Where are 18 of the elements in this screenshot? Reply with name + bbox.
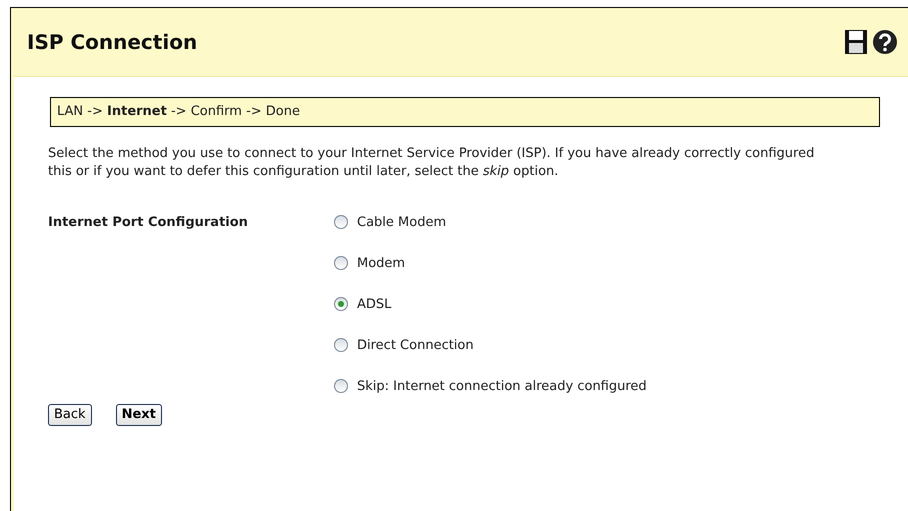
radio-button[interactable]: [334, 338, 348, 352]
page-title: ISP Connection: [27, 30, 198, 54]
option-label[interactable]: ADSL: [357, 294, 392, 314]
option-label[interactable]: Skip: Internet connection already configured: [357, 376, 647, 396]
radio-button[interactable]: [334, 296, 348, 310]
option-label[interactable]: Modem: [357, 254, 406, 273]
wizard-steps: LAN -> Internet -> Confirm -> Done: [50, 97, 880, 126]
option-label[interactable]: Cable Modem: [357, 212, 446, 232]
radio-button[interactable]: [334, 378, 348, 392]
radio-button[interactable]: [334, 214, 348, 228]
help-icon[interactable]: [872, 29, 898, 55]
field-label: Internet Port Configuration: [48, 214, 248, 230]
option-label[interactable]: Direct Connection: [357, 336, 474, 355]
save-icon[interactable]: [844, 29, 868, 55]
next-button[interactable]: Next: [116, 404, 162, 426]
back-button[interactable]: Back: [48, 404, 92, 426]
radio-button[interactable]: [334, 256, 348, 270]
instructions-text: Select the method you use to connect to your Internet Service Provider (ISP). If you have already correctly configured this or if you want to defer this configuration until later, select the skip option.: [48, 144, 816, 180]
